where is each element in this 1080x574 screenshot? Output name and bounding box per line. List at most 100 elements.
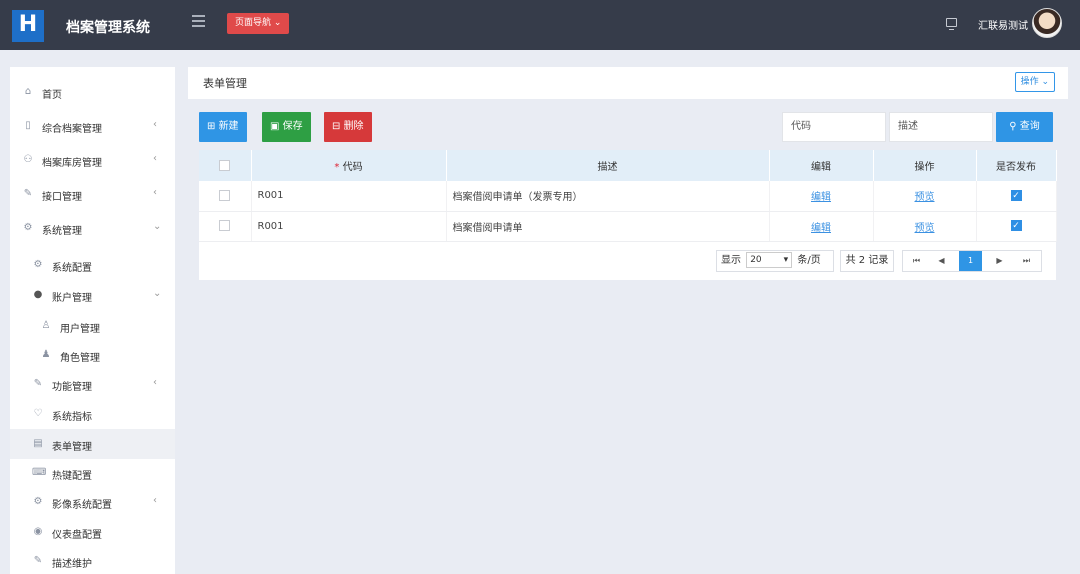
cell-code: R001: [251, 211, 447, 242]
sidebar-item-label: 系统配置: [52, 263, 92, 274]
sidebar-item-label: 功能管理: [52, 382, 92, 393]
page-title: 表单管理: [203, 77, 247, 90]
file-icon: ▯: [25, 120, 31, 131]
chevron-left-icon: ‹: [153, 377, 157, 388]
avatar[interactable]: [1032, 8, 1062, 38]
published-checkbox[interactable]: ✓: [1010, 190, 1022, 201]
sidebar-item-home[interactable]: ⌂ 首页: [10, 77, 175, 107]
sidebar-item-label: 用户管理: [60, 324, 100, 335]
sidebar-item-dashboard[interactable]: ◉ 仪表盘配置: [10, 517, 175, 547]
chevron-left-icon: ‹: [153, 495, 157, 506]
query-button-label: 查询: [1019, 121, 1040, 132]
warehouse-icon: ⚇: [23, 154, 33, 165]
sidebar-item-label: 档案库房管理: [42, 158, 102, 169]
preview-link[interactable]: 预览: [915, 223, 935, 234]
column-header-operation: 操作: [873, 150, 977, 181]
trash-icon: ⊟: [332, 121, 344, 132]
page-size-select[interactable]: 20 ▾: [746, 252, 793, 268]
page-number-current[interactable]: 1: [959, 251, 982, 271]
sidebar-item-descriptions[interactable]: ✎ 描述维护: [10, 546, 175, 574]
per-page-label: 条/页: [797, 255, 821, 266]
first-page-icon[interactable]: ⏮: [905, 251, 928, 271]
group-icon: ♟: [41, 349, 51, 360]
select-all-checkbox-cell[interactable]: [199, 150, 252, 181]
preview-link[interactable]: 预览: [915, 192, 935, 203]
sidebar-item-label: 接口管理: [42, 192, 82, 203]
sidebar-item-imaging[interactable]: ⚙ 影像系统配置 ‹: [10, 487, 175, 517]
column-header-code-label: 代码: [342, 162, 363, 173]
plug-icon: ✎: [33, 378, 43, 389]
chevron-left-icon: ‹: [153, 153, 157, 164]
sidebar-item-account[interactable]: ● 账户管理 ⌄: [10, 280, 175, 310]
last-page-icon[interactable]: ⏭: [1015, 251, 1038, 271]
sidebar-item-label: 综合档案管理: [42, 124, 102, 135]
table-header-row: * 代码 描述 编辑 操作 是否发布: [199, 150, 1057, 181]
sidebar-item-warehouse[interactable]: ⚇ 档案库房管理 ‹: [10, 145, 175, 175]
sidebar-item-forms[interactable]: ▤ 表单管理: [10, 429, 175, 459]
search-desc-input[interactable]: 描述: [889, 112, 993, 142]
row-checkbox[interactable]: [219, 190, 231, 201]
save-button[interactable]: ▣ 保存: [262, 112, 311, 142]
cell-edit: 编辑: [769, 181, 874, 212]
chevron-down-icon: ⌄: [153, 288, 162, 299]
cog-icon: ⚙: [33, 259, 43, 270]
page-size-show-label: 显示: [721, 255, 741, 266]
operation-dropdown-button[interactable]: 操作 ⌄: [1014, 72, 1055, 92]
sidebar-item-functions[interactable]: ✎ 功能管理 ‹: [10, 369, 175, 399]
sidebar-item-metrics[interactable]: ♡ 系统指标: [10, 399, 175, 429]
select-all-checkbox[interactable]: [219, 159, 231, 171]
row-checkbox-cell[interactable]: [199, 211, 252, 242]
sidebar: ⌂ 首页 ▯ 综合档案管理 ‹ ⚇ 档案库房管理 ‹ ✎ 接口管理 ‹ ⚙ 系统…: [10, 67, 175, 574]
sidebar-item-label: 影像系统配置: [52, 500, 112, 511]
search-code-input[interactable]: 代码: [782, 112, 886, 142]
cell-operation: 预览: [873, 211, 977, 242]
sidebar-item-hotkeys[interactable]: ⌨ 热键配置: [10, 458, 175, 488]
gear-icon: ⚙: [23, 222, 33, 233]
form-icon: ▤: [33, 438, 43, 449]
dashboard-icon: ◉: [33, 526, 43, 537]
cell-desc: 档案借阅申请单（发票专用）: [446, 181, 770, 212]
user-name[interactable]: 汇联易测试: [978, 17, 1028, 32]
cell-code: R001: [251, 181, 447, 212]
chevron-left-icon: ‹: [153, 119, 157, 130]
search-icon: ⚲: [1009, 121, 1020, 132]
content-header: 表单管理 操作 ⌄: [188, 67, 1068, 99]
monitor-icon[interactable]: [946, 18, 957, 30]
page-size-value: 20: [750, 255, 762, 265]
new-button[interactable]: ⊞ 新建: [199, 112, 247, 142]
new-button-label: 新建: [218, 121, 239, 132]
heart-icon: ♡: [33, 408, 43, 419]
top-navigation-bar: H 档案管理系统 页面导航 ⌄ 汇联易测试: [0, 0, 1080, 50]
edit-icon: ✎: [33, 555, 43, 566]
sidebar-item-system-config[interactable]: ⚙ 系统配置: [10, 250, 175, 280]
cell-desc: 档案借阅申请单: [446, 211, 770, 242]
sidebar-item-label: 系统管理: [42, 226, 82, 237]
user-add-icon: ♙: [41, 320, 51, 331]
published-checkbox[interactable]: ✓: [1010, 220, 1022, 232]
cell-published: ✓: [976, 211, 1057, 242]
floppy-icon: ▣: [270, 121, 283, 132]
sidebar-item-label: 热键配置: [52, 471, 92, 482]
plug-icon: ✎: [23, 188, 33, 199]
gears-icon: ⚙: [33, 496, 43, 507]
query-button[interactable]: ⚲ 查询: [996, 112, 1053, 142]
sidebar-item-label: 首页: [42, 90, 62, 101]
menu-toggle-icon[interactable]: [192, 15, 205, 27]
next-page-icon[interactable]: ▶: [988, 251, 1011, 271]
row-checkbox-cell[interactable]: [199, 181, 252, 212]
sidebar-item-system[interactable]: ⚙ 系统管理 ⌄: [10, 213, 175, 243]
sidebar-item-interface[interactable]: ✎ 接口管理 ‹: [10, 179, 175, 209]
sidebar-item-label: 角色管理: [60, 353, 100, 364]
sidebar-item-users[interactable]: ♙ 用户管理: [10, 311, 175, 341]
edit-link[interactable]: 编辑: [811, 192, 831, 203]
prev-page-icon[interactable]: ◀: [930, 251, 953, 271]
edit-link[interactable]: 编辑: [811, 223, 831, 234]
delete-button[interactable]: ⊟ 删除: [324, 112, 372, 142]
sidebar-item-roles[interactable]: ♟ 角色管理: [10, 340, 175, 370]
column-header-code: * 代码: [251, 150, 447, 181]
sidebar-item-archive[interactable]: ▯ 综合档案管理 ‹: [10, 111, 175, 141]
row-checkbox[interactable]: [219, 220, 231, 232]
plus-square-icon: ⊞: [207, 121, 219, 132]
cell-operation: 预览: [873, 181, 977, 212]
page-navigation-button[interactable]: 页面导航 ⌄: [227, 13, 290, 34]
